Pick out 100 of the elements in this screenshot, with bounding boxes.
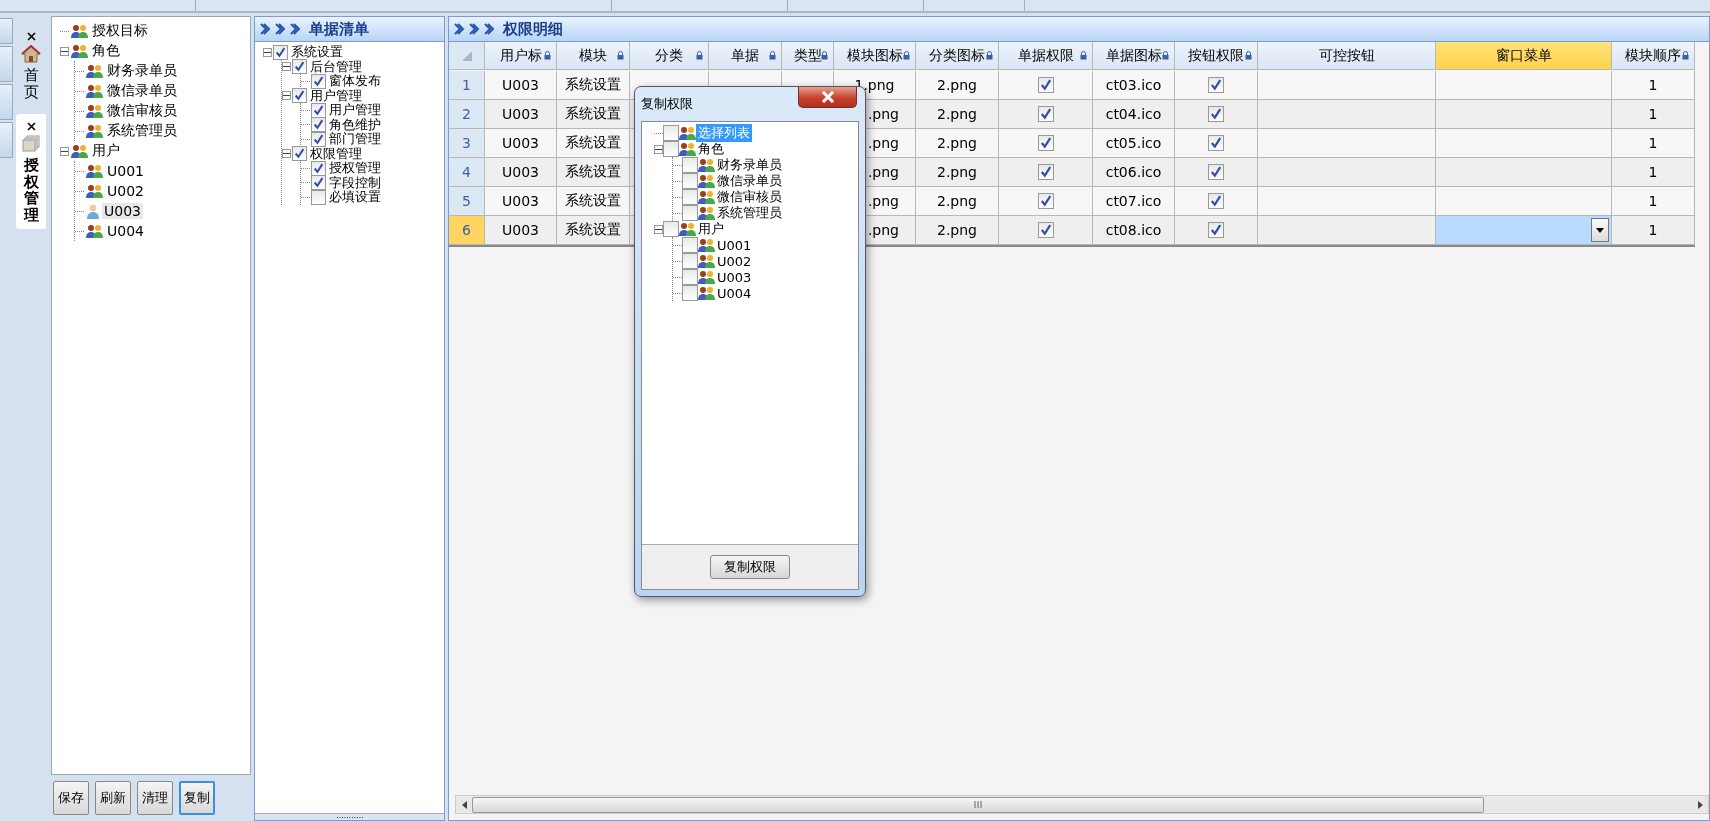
tree-item[interactable]: 财务录单员 (715, 156, 784, 174)
checkbox[interactable] (1208, 77, 1224, 93)
table-cell: ct06.ico (1093, 158, 1175, 187)
action-button[interactable]: 刷新 (95, 781, 131, 815)
action-button[interactable]: 保存 (53, 781, 89, 815)
checkbox[interactable] (311, 73, 326, 89)
column-header[interactable]: 可控按钮 (1258, 42, 1436, 70)
checkbox[interactable] (1037, 164, 1054, 180)
tree-expander[interactable] (263, 47, 272, 57)
grip-icon[interactable] (336, 815, 363, 819)
tree-item[interactable]: U002 (715, 253, 754, 269)
check-icon (294, 90, 305, 102)
tree-item[interactable]: U003 (102, 203, 143, 219)
tree-item[interactable]: 系统管理员 (715, 204, 784, 222)
checkbox[interactable] (292, 146, 307, 162)
triangle-icon (461, 50, 472, 61)
tree-expander[interactable] (282, 149, 291, 159)
tree-item[interactable]: 授权目标 (90, 22, 150, 40)
checkbox[interactable] (682, 205, 698, 221)
row-number[interactable]: 1 (449, 71, 485, 100)
tree-item[interactable]: 微信审核员 (715, 188, 784, 206)
column-header[interactable]: 单据权限 (999, 42, 1093, 70)
checkbox[interactable] (682, 237, 698, 253)
tree-item[interactable]: U003 (715, 269, 754, 285)
checkbox[interactable] (663, 141, 679, 157)
checkbox[interactable] (1208, 106, 1224, 122)
tree-expander[interactable] (282, 91, 291, 101)
checkbox[interactable] (1037, 135, 1054, 151)
checkbox[interactable] (292, 88, 307, 104)
tree-expander[interactable] (654, 224, 663, 234)
tree-item[interactable]: U004 (715, 285, 754, 301)
checkbox[interactable] (311, 117, 326, 133)
close-icon[interactable] (26, 32, 36, 41)
tree-expander[interactable] (282, 62, 291, 72)
checkbox[interactable] (682, 253, 698, 269)
column-header[interactable]: 单据 (709, 42, 782, 70)
tree-item[interactable]: 微信审核员 (105, 102, 179, 120)
action-button[interactable]: 清理 (137, 781, 173, 815)
horizontal-scrollbar[interactable] (455, 795, 1709, 814)
checkbox[interactable] (682, 189, 698, 205)
checkbox[interactable] (311, 102, 326, 118)
column-header[interactable]: 用户标 (485, 42, 557, 70)
checkbox[interactable] (311, 175, 326, 191)
tree-item[interactable]: 微信录单员 (105, 82, 179, 100)
column-header[interactable]: 模块图标 (834, 42, 916, 70)
checkbox[interactable] (1208, 135, 1224, 151)
tree-expander[interactable] (654, 144, 663, 154)
column-header[interactable]: 分类图标 (916, 42, 999, 70)
tree-item[interactable]: 财务录单员 (105, 62, 179, 80)
checkbox[interactable] (1037, 222, 1054, 238)
column-header[interactable]: 模块顺序 (1612, 42, 1695, 70)
checkbox[interactable] (1208, 193, 1224, 209)
tree-item[interactable]: 系统管理员 (105, 122, 179, 140)
tree-item[interactable]: U001 (715, 237, 754, 253)
dropdown-cell[interactable] (1436, 216, 1612, 245)
close-icon[interactable] (26, 122, 36, 131)
checkbox[interactable] (682, 269, 698, 285)
tree-item[interactable]: 必填设置 (327, 188, 383, 207)
column-header[interactable]: 窗口菜单 (1436, 42, 1612, 70)
scroll-right-icon[interactable] (1697, 800, 1703, 809)
row-number[interactable]: 5 (449, 187, 485, 216)
tree-item[interactable]: 角色 (696, 140, 726, 158)
checkbox[interactable] (273, 44, 288, 60)
checkbox[interactable] (1037, 77, 1054, 93)
checkbox[interactable] (1208, 222, 1224, 238)
tree-expander[interactable] (60, 46, 69, 56)
checkbox[interactable] (682, 285, 698, 301)
tree-item[interactable]: U002 (105, 183, 146, 199)
copy-button[interactable]: 复制权限 (710, 555, 790, 579)
checkbox[interactable] (292, 59, 307, 75)
tree-item[interactable]: U004 (105, 223, 146, 239)
column-header[interactable]: 按钮权限 (1175, 42, 1258, 70)
tree-item[interactable]: 微信录单员 (715, 172, 784, 190)
row-number[interactable]: 6 (449, 216, 485, 245)
column-header[interactable]: 类型 (782, 42, 834, 70)
dropdown-button[interactable] (1591, 218, 1609, 242)
column-header[interactable]: 单据图标 (1093, 42, 1175, 70)
side-tab[interactable]: 首页 (16, 24, 46, 106)
tree-item[interactable]: 角色 (90, 42, 122, 60)
tree-item[interactable]: 用户 (696, 220, 726, 238)
tree-item[interactable]: 用户 (90, 142, 122, 160)
tree-item[interactable]: U001 (105, 163, 146, 179)
checkbox[interactable] (663, 125, 679, 141)
column-header[interactable]: 分类 (630, 42, 709, 70)
action-button[interactable]: 复制 (179, 781, 215, 815)
row-number[interactable]: 4 (449, 158, 485, 187)
row-number[interactable]: 2 (449, 100, 485, 129)
scroll-left-icon[interactable] (461, 800, 467, 809)
checkbox[interactable] (1208, 164, 1224, 180)
checkbox[interactable] (1037, 106, 1054, 122)
checkbox[interactable] (682, 173, 698, 189)
checkbox[interactable] (311, 160, 326, 176)
close-button[interactable] (798, 87, 857, 108)
side-tab[interactable]: 授权管理 (16, 114, 46, 229)
checkbox[interactable] (663, 221, 679, 237)
row-number[interactable]: 3 (449, 129, 485, 158)
column-header[interactable]: 模块 (557, 42, 630, 70)
checkbox[interactable] (1037, 193, 1054, 209)
checkbox[interactable] (682, 157, 698, 173)
tree-expander[interactable] (60, 146, 69, 156)
